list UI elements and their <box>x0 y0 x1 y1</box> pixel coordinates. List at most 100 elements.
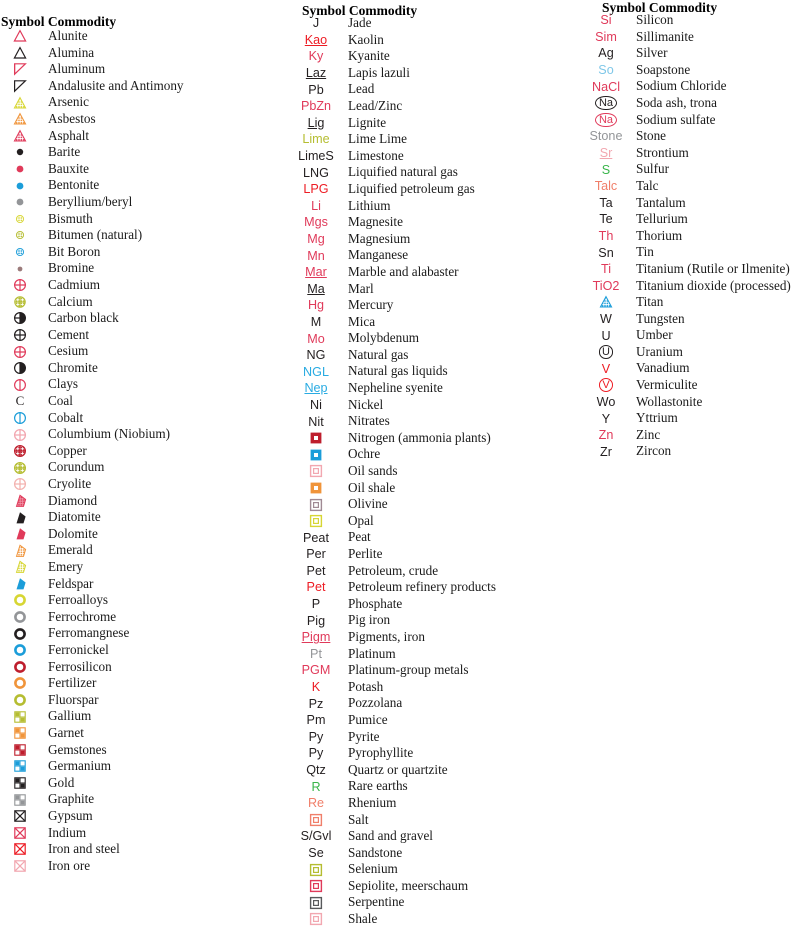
commodity-label: Indium <box>48 824 87 840</box>
symbol-cell: Per <box>292 546 340 563</box>
legend-row: Carbon black <box>0 310 286 327</box>
circle-cross-dotted-olive-icon <box>0 294 40 311</box>
text-symbol: Wo <box>596 394 616 409</box>
symbol-cell: U <box>584 344 628 361</box>
xsquare-crimson-icon <box>0 825 40 842</box>
legend-row: Pb Lead <box>292 81 582 98</box>
xsquare-red-icon <box>0 841 40 858</box>
text-symbol: Zn <box>598 428 614 443</box>
commodity-label: Talc <box>636 177 659 193</box>
text-symbol: Mn <box>307 248 325 263</box>
legend-row: U Umber <box>584 327 800 344</box>
legend-row: LimeS Limestone <box>292 148 582 165</box>
symbol-cell: PbZn <box>292 98 340 115</box>
circle-cross-black-icon <box>13 328 27 341</box>
commodity-label: Gypsum <box>48 807 93 823</box>
text-symbol: Peat <box>303 530 329 545</box>
legend-row: Feldspar <box>0 576 286 593</box>
legend-row: Talc Talc <box>584 178 800 195</box>
legend-row: Iron and steel <box>0 841 286 858</box>
commodity-label: Bromine <box>48 260 95 276</box>
text-symbol: Mgs <box>304 215 328 230</box>
legend-row: Indium <box>0 825 286 842</box>
text-symbol: Ky <box>308 49 324 64</box>
box-inner-black-icon <box>309 896 323 909</box>
text-symbol: Th <box>598 229 614 244</box>
commodity-label: Sepiolite, meerschaum <box>348 877 469 893</box>
dot-blue-icon <box>16 182 24 190</box>
commodity-label: Cesium <box>48 343 89 359</box>
commodity-label: Ferroalloys <box>48 592 109 608</box>
commodity-label: Nitrates <box>348 413 390 429</box>
commodity-label: Liquified petroleum gas <box>348 180 475 196</box>
pentagon-dotted-orange-icon <box>0 542 40 559</box>
legend-rows-3: Si Silicon Sim Sillimanite Ag Silver So Soapsto… <box>584 12 800 460</box>
commodity-label: Pyrophyllite <box>348 745 414 761</box>
symbol-cell: Hg <box>292 297 340 314</box>
text-symbol: Pm <box>306 713 326 728</box>
symbol-cell: Py <box>292 745 340 762</box>
legend-row: Salt <box>292 812 582 829</box>
commodity-label: Garnet <box>48 724 84 740</box>
pentagon-blue-icon <box>0 576 40 593</box>
box-inner-yellow-icon <box>292 513 340 530</box>
legend-row: Pz Pozzolana <box>292 695 582 712</box>
symbol-cell: Ag <box>584 45 628 62</box>
letter-C-icon: C <box>15 393 25 409</box>
commodity-label: Fertilizer <box>48 675 97 691</box>
legend-row: Ag Silver <box>584 45 800 62</box>
triangle-dotted-crimson-icon <box>0 128 40 145</box>
pentagon-dotted-orange-icon <box>15 544 27 557</box>
legend-row: Gypsum <box>0 808 286 825</box>
symbol-cell: Zn <box>584 427 628 444</box>
legend-row: Beryllium/beryl <box>0 194 286 211</box>
dot-gray-icon <box>16 198 24 206</box>
symbol-cell: Li <box>292 198 340 215</box>
box-inner-olive-icon <box>309 863 323 876</box>
legend-row: W Tungsten <box>584 311 800 328</box>
box-inner-pink2-icon <box>292 911 340 928</box>
legend-row: Bitumen (natural) <box>0 227 286 244</box>
legend-row: Fertilizer <box>0 675 286 692</box>
legend-row: Asphalt <box>0 128 286 145</box>
commodity-label: Vanadium <box>636 360 690 376</box>
commodity-label: Strontium <box>636 144 689 160</box>
legend-row: P Phosphate <box>292 596 582 613</box>
triangle-dotted-yellow-icon <box>0 94 40 111</box>
text-symbol: Talc <box>594 179 618 194</box>
legend-row: Kao Kaolin <box>292 32 582 49</box>
legend-row: Columbium (Niobium) <box>0 426 286 443</box>
commodity-label: Coal <box>48 393 73 409</box>
legend-row: Emerald <box>0 542 286 559</box>
legend-row: Lig Lignite <box>292 115 582 132</box>
legend-row: Ferroalloys <box>0 592 286 609</box>
commodity-label: Tellurium <box>636 211 688 227</box>
box-inner-pink-icon <box>292 463 340 480</box>
legend-row: R Rare earths <box>292 778 582 795</box>
legend-row: Se Sandstone <box>292 845 582 862</box>
text-symbol: TiO2 <box>592 278 620 293</box>
quad-square-olive-icon <box>0 708 40 725</box>
commodity-label: Iron ore <box>48 857 91 873</box>
box-inner-mauve-icon <box>292 496 340 513</box>
commodity-label: Thorium <box>636 227 683 243</box>
commodity-label: Bentonite <box>48 177 100 193</box>
commodity-label: Bismuth <box>48 210 93 226</box>
commodity-label: Gemstones <box>48 741 107 757</box>
donut-black-icon <box>14 627 26 640</box>
commodity-label: Kyanite <box>348 48 390 64</box>
pentagon-dotted-yellow-icon <box>15 560 27 574</box>
legend-row: K Potash <box>292 679 582 696</box>
symbol-cell: Zr <box>584 443 628 460</box>
legend-row: Chromite <box>0 360 286 377</box>
quad-square-black-icon <box>0 775 40 792</box>
donut-blue-icon <box>14 644 26 657</box>
box-inner-crimson-icon <box>292 878 340 895</box>
commodity-label: Fluorspar <box>48 691 99 707</box>
legend-row: S Sulfur <box>584 161 800 178</box>
text-symbol: Pz <box>308 696 324 711</box>
symbol-cell: Na <box>584 95 628 112</box>
commodity-label: Columbium (Niobium) <box>48 426 170 442</box>
symbol-cell: Ta <box>584 195 628 212</box>
commodity-label: Pyrite <box>348 728 380 744</box>
